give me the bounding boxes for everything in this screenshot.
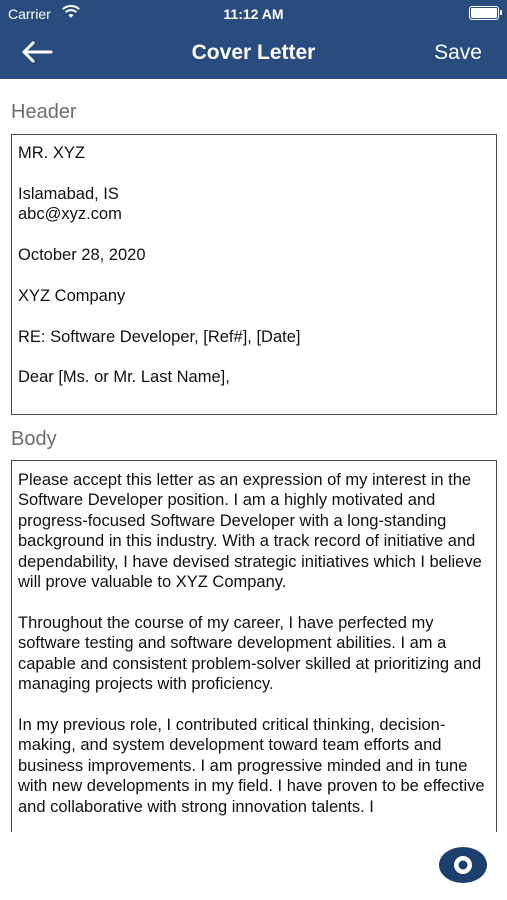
body-text-area[interactable]: Please accept this letter as an expressi…: [11, 460, 497, 832]
status-bar: Carrier 11:12 AM: [0, 0, 507, 28]
status-time: 11:12 AM: [223, 6, 284, 22]
save-button[interactable]: Save: [434, 41, 482, 65]
nav-row: Cover Letter Save: [0, 28, 507, 79]
header-text-area[interactable]: MR. XYZ Islamabad, IS abc@xyz.com Octobe…: [11, 134, 497, 415]
body-section-label: Body: [11, 428, 57, 450]
battery-icon: [469, 6, 502, 20]
preview-button[interactable]: [438, 846, 488, 884]
eye-icon: [439, 847, 487, 883]
header-section-label: Header: [11, 101, 77, 123]
page-title: Cover Letter: [191, 41, 316, 64]
navigation-bar: Carrier 11:12 AM Cover Letter Save: [0, 0, 507, 79]
